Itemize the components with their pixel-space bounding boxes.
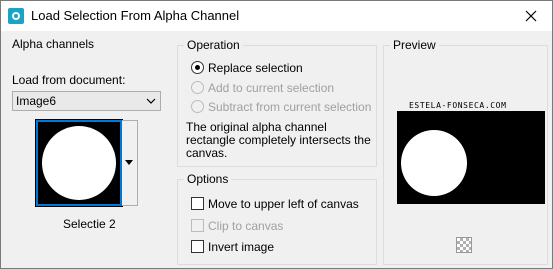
replace-selection-label[interactable]: Replace selection (208, 61, 303, 75)
clip-to-canvas-checkbox[interactable] (191, 219, 204, 232)
preview-image (397, 111, 545, 204)
preview-title: Preview (390, 38, 439, 52)
alpha-channel-thumbnail[interactable] (35, 119, 123, 207)
options-title: Options (184, 172, 232, 186)
invert-image-checkbox[interactable] (191, 240, 204, 253)
load-from-label: Load from document: (12, 73, 126, 87)
dialog-window: Load Selection From Alpha Channel Alpha … (0, 0, 553, 269)
close-button[interactable] (520, 5, 542, 27)
watermark-text: ESTELA-FONSECA.COM (409, 101, 507, 110)
move-to-upper-left-label[interactable]: Move to upper left of canvas (208, 197, 359, 211)
operation-title: Operation (184, 38, 243, 52)
chevron-down-icon (146, 98, 156, 104)
preview-circle-shape (401, 130, 467, 196)
replace-selection-radio[interactable] (191, 61, 204, 74)
clip-to-canvas-label[interactable]: Clip to canvas (208, 219, 283, 233)
dropdown-arrow-icon (125, 160, 133, 165)
add-selection-label[interactable]: Add to current selection (208, 81, 334, 95)
intersection-info: The original alpha channel rectangle com… (186, 120, 371, 160)
window-title: Load Selection From Alpha Channel (31, 8, 240, 23)
close-icon (525, 10, 537, 22)
selection-name: Selectie 2 (63, 217, 116, 231)
transparency-checker-icon[interactable] (456, 237, 472, 253)
subtract-selection-radio[interactable] (191, 100, 204, 113)
add-selection-radio[interactable] (191, 81, 204, 94)
title-bar[interactable]: Load Selection From Alpha Channel (1, 1, 552, 31)
subtract-selection-label[interactable]: Subtract from current selection (208, 100, 371, 114)
alpha-channels-title: Alpha channels (9, 37, 98, 51)
thumbnail-circle-shape (42, 126, 116, 200)
document-select-value: Image6 (16, 94, 57, 108)
invert-image-label[interactable]: Invert image (208, 240, 274, 254)
app-icon (8, 8, 24, 24)
move-to-upper-left-checkbox[interactable] (191, 197, 204, 210)
document-select[interactable]: Image6 (12, 91, 161, 111)
thumbnail-dropdown-button[interactable] (122, 120, 138, 206)
